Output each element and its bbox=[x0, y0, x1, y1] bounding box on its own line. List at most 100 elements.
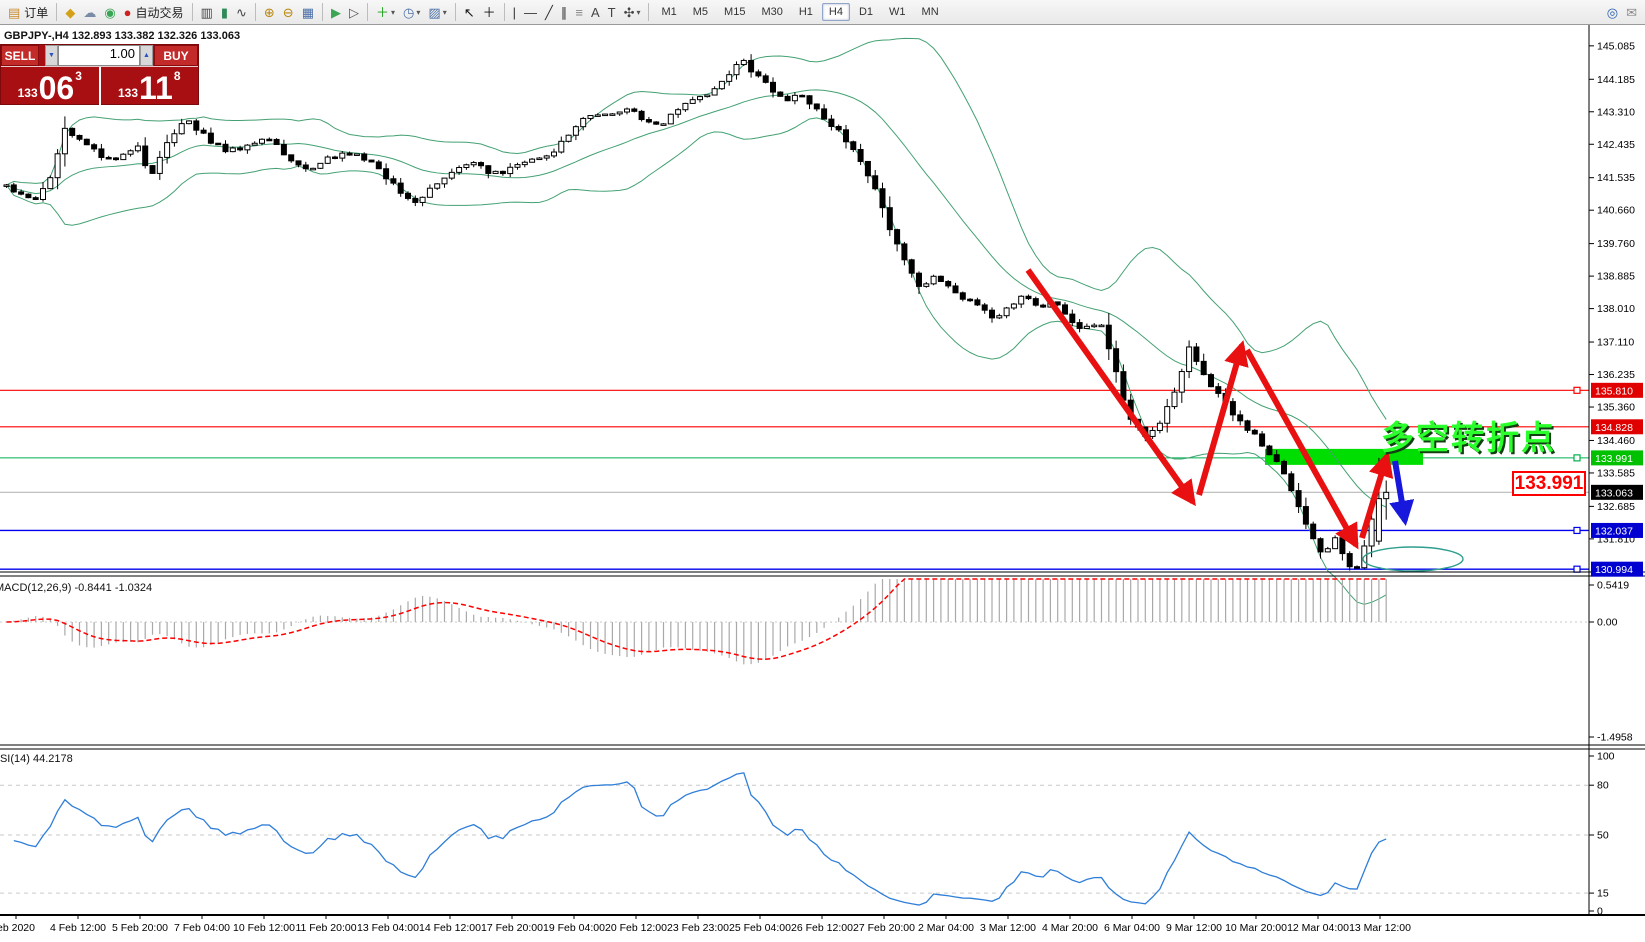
chevron-down-icon[interactable]: ▾ bbox=[636, 8, 640, 17]
bullish-candle bbox=[260, 139, 265, 143]
buy-button[interactable]: BUY bbox=[154, 45, 198, 66]
bearish-candle bbox=[150, 166, 155, 174]
bollinger-upper-band bbox=[7, 38, 1387, 419]
indicators-button[interactable]: ＋▾ bbox=[372, 2, 399, 23]
rsi-tick-label: 100 bbox=[1597, 751, 1615, 763]
price-chart-canvas[interactable]: 145.085144.185143.310142.435141.535140.6… bbox=[0, 25, 1645, 942]
macd-tick-label: 0.00 bbox=[1597, 617, 1618, 629]
bearish-candle bbox=[771, 82, 776, 92]
volume-increase-button[interactable]: ▲ bbox=[140, 45, 153, 66]
new-order-button[interactable]: ▤订单 bbox=[4, 2, 52, 23]
signal-button[interactable]: ◉ bbox=[100, 2, 119, 23]
bearish-candle bbox=[836, 126, 841, 129]
chevron-down-icon[interactable]: ▾ bbox=[443, 8, 447, 17]
bearish-candle bbox=[303, 165, 308, 169]
autotrade-button[interactable]: ●自动交易 bbox=[120, 2, 188, 23]
bullish-candle bbox=[1099, 325, 1104, 327]
price-tag-133991[interactable]: 133.991 bbox=[1512, 471, 1586, 496]
bearish-candle bbox=[851, 142, 856, 150]
bearish-candle bbox=[639, 111, 644, 119]
buy-price-big: 11 bbox=[139, 73, 173, 103]
toolbar-separator bbox=[648, 3, 649, 21]
chevron-down-icon[interactable]: ▾ bbox=[391, 8, 395, 17]
chart-shift-button[interactable]: ▷ bbox=[345, 2, 363, 23]
bullish-candle bbox=[792, 95, 797, 100]
rsi-pane bbox=[0, 773, 1589, 905]
bearish-candle bbox=[632, 109, 637, 111]
candlestick-button[interactable]: ▮ bbox=[217, 2, 232, 23]
line-chart-button[interactable]: ∿ bbox=[232, 2, 251, 23]
volume-decrease-button[interactable]: ▼ bbox=[45, 45, 58, 66]
vertical-line-button[interactable]: | bbox=[509, 2, 520, 23]
bearish-candle bbox=[26, 194, 31, 197]
time-tick-label: 3 Mar 12:00 bbox=[980, 922, 1036, 934]
timeframe-button-h4[interactable]: H4 bbox=[822, 3, 850, 21]
price-badge-text: 130.994 bbox=[1595, 564, 1633, 576]
horizontal-line-button[interactable]: — bbox=[520, 2, 541, 23]
arrows-button[interactable]: ✣▾ bbox=[620, 2, 645, 23]
buy-price[interactable]: 133 11 8 bbox=[101, 67, 199, 105]
bullish-candle bbox=[457, 168, 462, 173]
text-button[interactable]: A bbox=[587, 2, 604, 23]
label-button[interactable]: T bbox=[604, 2, 620, 23]
chevron-down-icon[interactable]: ▾ bbox=[416, 8, 420, 17]
timeframe-button-m15[interactable]: M15 bbox=[717, 3, 752, 21]
toolbar-separator bbox=[255, 3, 256, 21]
timeframe-button-m30[interactable]: M30 bbox=[754, 3, 789, 21]
volume-input[interactable]: 1.00 bbox=[58, 45, 140, 66]
rsi-line bbox=[14, 773, 1386, 905]
zoom-out-button[interactable]: ⊖ bbox=[279, 2, 298, 23]
tile-windows-button[interactable]: ▦ bbox=[298, 2, 318, 23]
timeframe-button-h1[interactable]: H1 bbox=[792, 3, 820, 21]
bullish-candle bbox=[1325, 549, 1330, 552]
price-badge-134.828: 134.828 bbox=[1591, 419, 1643, 434]
auto-scroll-button[interactable]: ▶ bbox=[327, 2, 345, 23]
timeframe-button-m1[interactable]: M1 bbox=[654, 3, 683, 21]
price-tick-label: 138.010 bbox=[1597, 303, 1635, 315]
buy-price-sup: 8 bbox=[174, 69, 181, 83]
bullish-candle bbox=[1084, 326, 1089, 328]
bearish-candle bbox=[946, 281, 951, 285]
autotrade-label: 自动交易 bbox=[136, 4, 184, 21]
sell-price[interactable]: 133 06 3 bbox=[1, 67, 101, 105]
market-button[interactable]: ◆ bbox=[61, 2, 79, 23]
bullish-candle bbox=[464, 165, 469, 168]
bullish-candle bbox=[690, 100, 695, 104]
market-icon: ◆ bbox=[65, 6, 75, 19]
bearish-candle bbox=[1303, 507, 1308, 525]
bar-chart-button[interactable]: ▥ bbox=[197, 2, 217, 23]
macd-pane bbox=[0, 579, 1589, 664]
template-button[interactable]: ▨▾ bbox=[424, 2, 450, 23]
bullish-candle bbox=[318, 163, 323, 168]
trendline-button[interactable]: ╱ bbox=[541, 2, 557, 23]
bearish-candle bbox=[749, 60, 754, 71]
timeframe-button-m5[interactable]: M5 bbox=[686, 3, 715, 21]
chat-button[interactable]: ✉ bbox=[1622, 2, 1641, 23]
bullish-candle bbox=[493, 171, 498, 173]
channel-icon: ∥ bbox=[561, 6, 568, 19]
timeframe-button-mn[interactable]: MN bbox=[915, 3, 946, 21]
bullish-candle bbox=[683, 103, 688, 109]
bearish-candle bbox=[267, 139, 272, 141]
timeframe-button-w1[interactable]: W1 bbox=[882, 3, 913, 21]
chart-ohlc-header: GBPJPY-,H4 132.893 133.382 132.326 133.0… bbox=[4, 30, 240, 42]
bearish-candle bbox=[398, 183, 403, 193]
crosshair-button[interactable]: ＋ bbox=[479, 2, 500, 23]
search-button[interactable]: ◎ bbox=[1603, 2, 1622, 23]
price-tick-label: 143.310 bbox=[1597, 106, 1635, 118]
timeframe-button-d1[interactable]: D1 bbox=[852, 3, 880, 21]
bullish-candle bbox=[588, 116, 593, 119]
periods-button[interactable]: ◷▾ bbox=[399, 2, 424, 23]
cloud-button[interactable]: ☁ bbox=[79, 2, 100, 23]
fibonacci-button[interactable]: ≡ bbox=[571, 2, 587, 23]
bullish-candle bbox=[121, 154, 126, 159]
turning-point-annotation[interactable]: 多空转折点 bbox=[1381, 411, 1556, 459]
price-badge-133.063: 133.063 bbox=[1591, 485, 1643, 500]
time-axis: eb 20204 Feb 12:005 Feb 20:007 Feb 04:00… bbox=[0, 915, 1411, 934]
bearish-candle bbox=[1245, 421, 1250, 430]
sell-button[interactable]: SELL bbox=[1, 45, 39, 66]
channel-button[interactable]: ∥ bbox=[557, 2, 572, 23]
bearish-candle bbox=[77, 135, 82, 139]
cursor-button[interactable]: ↖ bbox=[460, 2, 479, 23]
zoom-in-button[interactable]: ⊕ bbox=[260, 2, 279, 23]
